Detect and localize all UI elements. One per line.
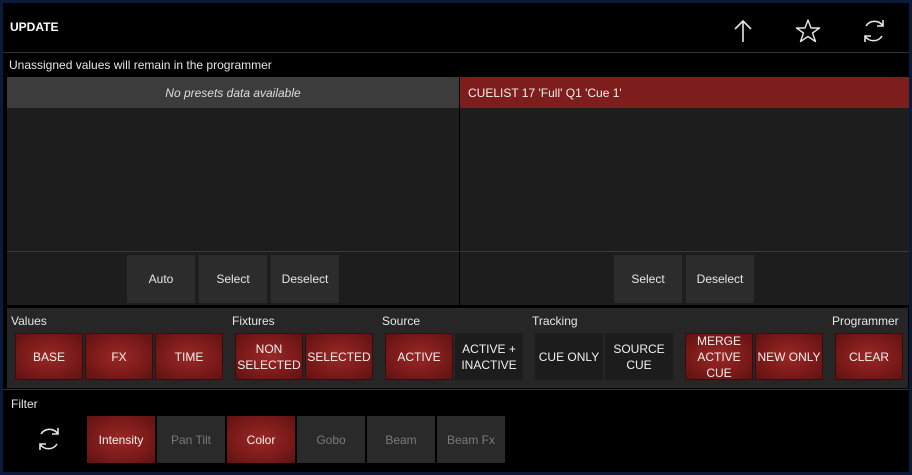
source-cue-button[interactable]: SOURCE CUE xyxy=(605,333,673,380)
values-label: Values xyxy=(11,314,47,328)
base-button[interactable]: BASE xyxy=(15,333,83,380)
filter-beam-fx-button[interactable]: Beam Fx xyxy=(437,416,505,463)
presets-header: No presets data available xyxy=(7,77,459,108)
refresh-icon[interactable] xyxy=(856,13,892,49)
presets-divider xyxy=(7,251,459,252)
active-inactive-button[interactable]: ACTIVE + INACTIVE xyxy=(455,333,523,380)
notice-text: Unassigned values will remain in the pro… xyxy=(9,58,272,72)
source-label: Source xyxy=(382,314,421,328)
tracking-label: Tracking xyxy=(532,314,578,328)
presets-deselect-button[interactable]: Deselect xyxy=(271,255,339,303)
active-button[interactable]: ACTIVE xyxy=(385,333,453,380)
update-dialog: UPDATE Unassigned values will remain in … xyxy=(3,3,909,472)
cue-only-button[interactable]: CUE ONLY xyxy=(535,333,603,380)
fixtures-label: Fixtures xyxy=(232,314,275,328)
fx-button[interactable]: FX xyxy=(85,333,153,380)
star-icon[interactable] xyxy=(790,13,826,49)
selected-button[interactable]: SELECTED xyxy=(305,333,373,380)
cuelist-select-button[interactable]: Select xyxy=(614,255,682,303)
filter-label: Filter xyxy=(11,397,38,411)
filter-beam-button[interactable]: Beam xyxy=(367,416,435,463)
filter-divider xyxy=(3,389,909,390)
programmer-label: Programmer xyxy=(832,314,899,328)
cuelist-panel: CUELIST 17 'Full' Q1 'Cue 1' Select Dese… xyxy=(460,77,909,305)
clear-button[interactable]: CLEAR xyxy=(835,333,903,380)
auto-button[interactable]: Auto xyxy=(127,255,195,303)
presets-panel: No presets data available Auto Select De… xyxy=(7,77,459,305)
up-arrow-icon[interactable] xyxy=(725,13,761,49)
presets-select-button[interactable]: Select xyxy=(199,255,267,303)
merge-active-cue-button[interactable]: MERGE ACTIVE CUE xyxy=(685,333,753,380)
filter-refresh-icon[interactable] xyxy=(31,421,67,457)
new-only-button[interactable]: NEW ONLY xyxy=(755,333,823,380)
cuelist-header[interactable]: CUELIST 17 'Full' Q1 'Cue 1' xyxy=(460,77,909,108)
filter-intensity-button[interactable]: Intensity xyxy=(87,416,155,463)
filter-gobo-button[interactable]: Gobo xyxy=(297,416,365,463)
non-selected-button[interactable]: NON SELECTED xyxy=(235,333,303,380)
filter-color-button[interactable]: Color xyxy=(227,416,295,463)
cuelist-divider xyxy=(460,251,909,252)
time-button[interactable]: TIME xyxy=(155,333,223,380)
header-divider xyxy=(3,52,909,53)
filter-pan-tilt-button[interactable]: Pan Tilt xyxy=(157,416,225,463)
cuelist-deselect-button[interactable]: Deselect xyxy=(686,255,754,303)
dialog-title: UPDATE xyxy=(10,20,59,34)
